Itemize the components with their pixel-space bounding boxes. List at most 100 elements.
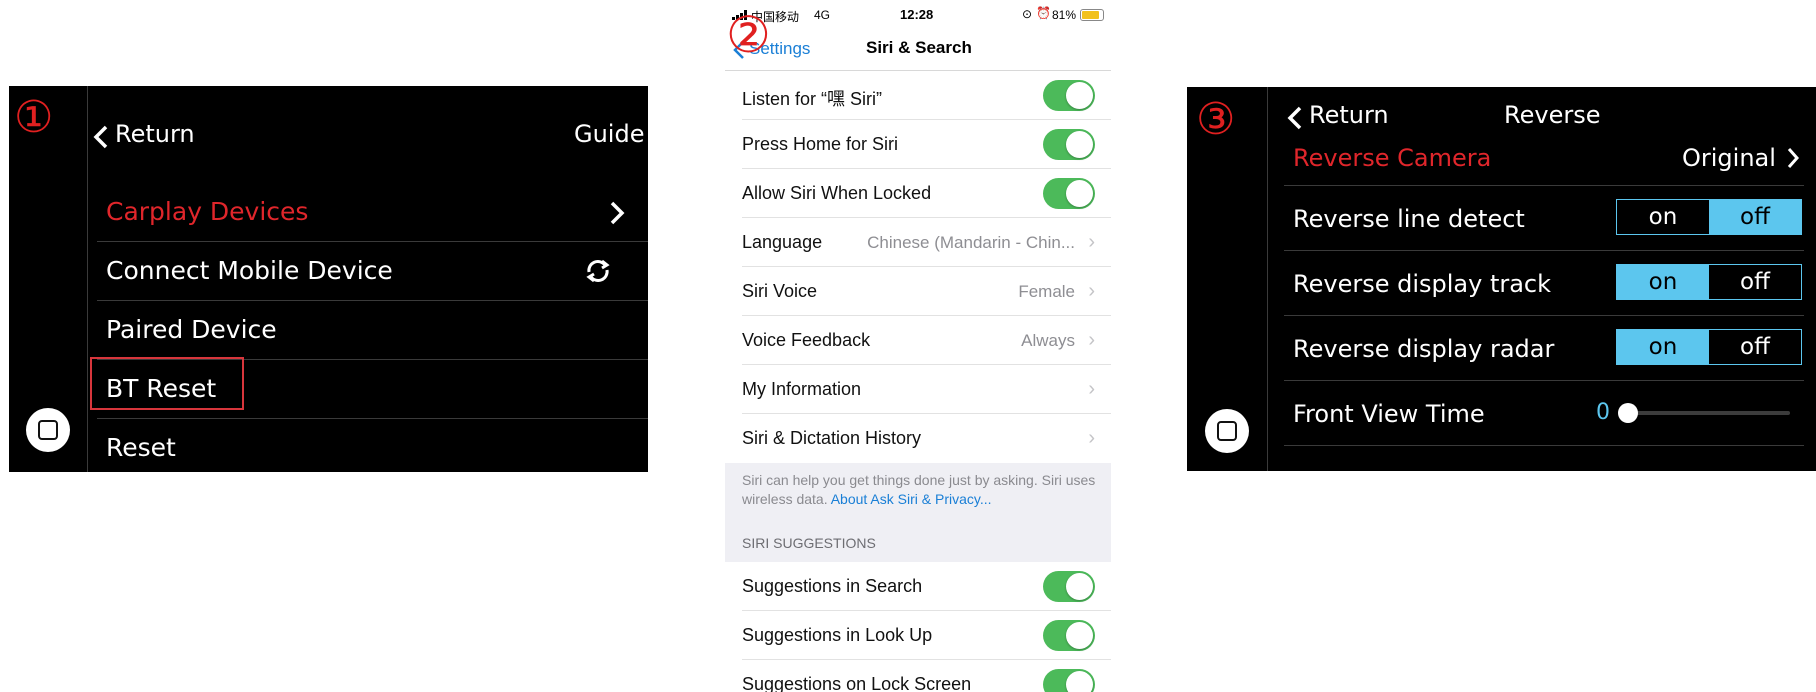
panel-number-2: ② [726,6,771,64]
panel-number-1: ① [14,92,54,143]
chevron-right-icon: › [1088,378,1095,400]
chevron-left-icon [93,125,108,149]
row-value: Female [1018,282,1075,301]
row-label: Front View Time [1293,400,1485,428]
on-option[interactable]: on [1617,330,1709,364]
menu-item-label: Reset [106,433,176,462]
panel-number-3: ③ [1196,94,1236,145]
reverse-line-detect-row: Reverse line detect on off [1284,186,1804,251]
home-button[interactable] [1205,409,1249,453]
left-bar-divider [87,86,88,472]
status-bar: 中国移动 4G 12:28 ⊙ ⏰ 81% [725,0,1111,30]
row-label: Language [742,232,823,252]
battery-percent: 81% [1052,8,1077,22]
menu-item-label: Paired Device [106,315,277,344]
chevron-left-icon [1287,106,1302,130]
menu-item-label: Carplay Devices [106,197,309,226]
carplay-settings-panel: ① Return Guide Carplay Devices Connect M… [9,86,648,472]
row-label: Siri Voice [742,281,818,301]
on-option[interactable]: on [1617,265,1709,299]
left-bar-divider [1267,87,1268,471]
reverse-camera-row[interactable]: Reverse Camera Original [1284,129,1804,186]
menu-item-connect-mobile-device[interactable]: Connect Mobile Device [97,242,648,301]
row-label: Allow Siri When Locked [742,183,932,203]
row-value: Chinese (Mandarin - Chin... [867,233,1075,252]
on-option[interactable]: on [1617,200,1709,234]
suggestions-in-search-toggle[interactable] [1043,571,1095,602]
row-label: Siri & Dictation History [742,428,922,448]
home-square-icon [1217,421,1237,441]
home-square-icon [38,420,58,440]
footer-section: Siri can help you get things done just b… [725,463,1111,562]
chevron-right-icon: › [1088,280,1095,302]
network-label: 4G [814,8,831,22]
menu-item-reset[interactable]: Reset [97,419,648,472]
front-view-time-row: Front View Time 0 [1284,381,1804,446]
off-option[interactable]: off [1709,330,1801,364]
row-label: Suggestions in Look Up [742,625,933,645]
listen-for-siri-row: Listen for “嘿 Siri” [742,71,1111,120]
lock-rotation-icon: ⊙ [1022,7,1033,21]
suggestions-in-look-up-row: Suggestions in Look Up [742,611,1111,660]
my-information-row[interactable]: My Information › [742,365,1111,414]
allow-siri-when-locked-row: Allow Siri When Locked [742,169,1111,218]
reverse-display-radar-switch: on off [1616,329,1802,365]
off-option[interactable]: off [1709,265,1801,299]
reverse-display-track-switch: on off [1616,264,1802,300]
return-label: Return [115,120,195,148]
return-label: Return [1309,101,1389,129]
row-label: Suggestions in Search [742,576,923,596]
row-label: Reverse display track [1293,270,1552,298]
press-home-for-siri-toggle[interactable] [1043,129,1095,160]
about-siri-privacy-link[interactable]: About Ask Siri & Privacy... [831,491,992,507]
front-view-value: 0 [1596,400,1610,425]
allow-siri-when-locked-toggle[interactable] [1043,178,1095,209]
menu-item-paired-device[interactable]: Paired Device [97,301,648,360]
suggestions-in-look-up-toggle[interactable] [1043,620,1095,651]
home-button[interactable] [26,408,70,452]
chevron-right-icon: › [1088,329,1095,351]
chevron-right-icon: › [1088,427,1095,449]
suggestions-on-lock-screen-toggle[interactable] [1043,669,1095,692]
siri-voice-row[interactable]: Siri Voice Female › [742,267,1111,316]
row-label: Voice Feedback [742,330,871,350]
clock-label: 12:28 [900,7,934,22]
chevron-right-icon [610,201,625,225]
page-title: Siri & Search [866,38,972,57]
row-label: Listen for “嘿 Siri” [742,89,883,109]
iphone-siri-search-screen: 中国移动 4G 12:28 ⊙ ⏰ 81% Settings Siri & Se… [725,0,1111,692]
reverse-settings-panel: ③ Return Reverse Reverse Camera Original… [1187,87,1816,471]
navigation-bar: Settings Siri & Search [725,30,1111,71]
suggestions-in-search-row: Suggestions in Search [742,562,1111,611]
row-label: Reverse Camera [1293,144,1492,172]
guide-button[interactable]: Guide [574,120,644,148]
listen-for-siri-toggle[interactable] [1043,80,1095,111]
row-value: Always [1021,331,1075,350]
language-row[interactable]: Language Chinese (Mandarin - Chin... › [742,218,1111,267]
voice-feedback-row[interactable]: Voice Feedback Always › [742,316,1111,365]
reverse-line-detect-switch: on off [1616,199,1802,235]
menu-item-label: Connect Mobile Device [106,256,393,285]
chevron-right-icon: › [1088,231,1095,253]
menu-item-carplay-devices[interactable]: Carplay Devices [97,183,648,242]
row-label: Reverse line detect [1293,205,1525,233]
reverse-display-radar-row: Reverse display radar on off [1284,316,1804,381]
footer-text: Siri can help you get things done just b… [742,471,1102,509]
front-view-slider-thumb[interactable] [1618,403,1638,423]
suggestions-on-lock-screen-row: Suggestions on Lock Screen [742,660,1111,692]
chevron-right-icon [1787,148,1800,168]
page-title: Reverse [1504,101,1601,129]
press-home-for-siri-row: Press Home for Siri [742,120,1111,169]
off-option[interactable]: off [1709,200,1801,234]
battery-icon [1080,9,1104,21]
section-header: SIRI SUGGESTIONS [742,535,876,551]
siri-dictation-history-row[interactable]: Siri & Dictation History › [742,414,1111,462]
row-label: My Information [742,379,862,399]
camera-value: Original [1682,144,1776,172]
row-label: Suggestions on Lock Screen [742,674,972,692]
row-label: Press Home for Siri [742,134,899,154]
alarm-icon: ⏰ [1036,6,1051,20]
refresh-icon[interactable] [583,256,613,286]
row-label: Reverse display radar [1293,335,1555,363]
front-view-slider-track[interactable] [1624,411,1790,415]
